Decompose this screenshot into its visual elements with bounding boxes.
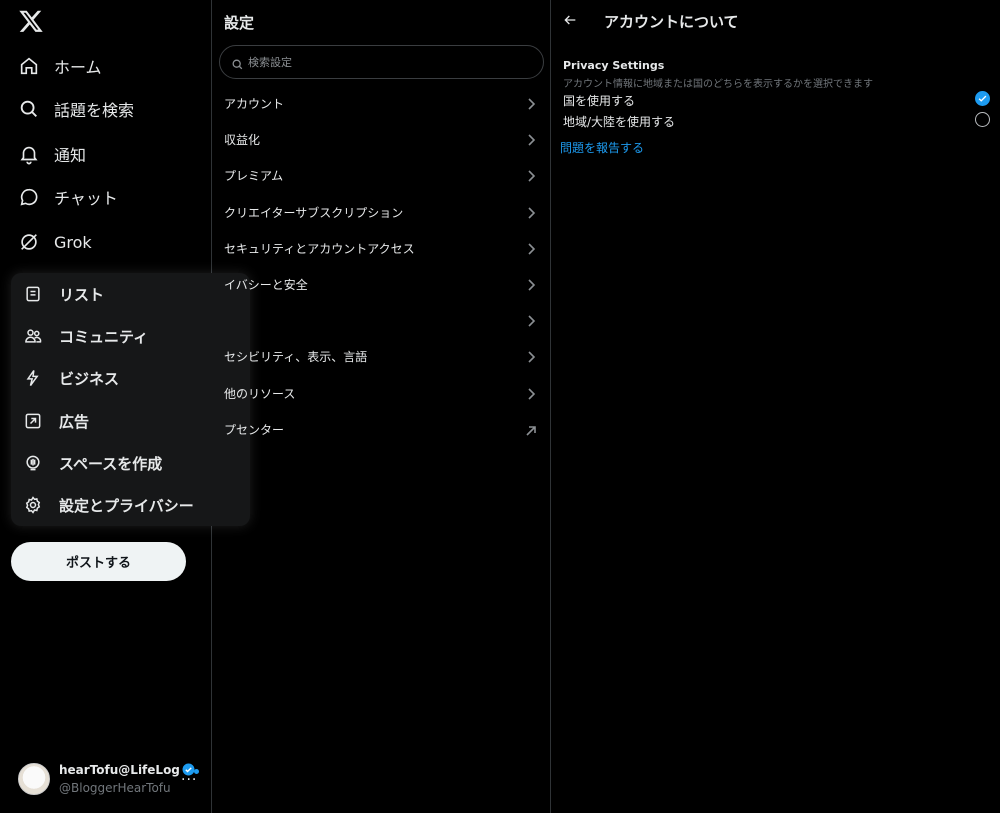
settings-row[interactable]: セキュリティとアカウントアクセス — [213, 230, 550, 266]
chevron-right-icon — [525, 349, 537, 363]
chevron-right-icon — [525, 277, 537, 291]
nav-item-chat[interactable]: チャット — [18, 183, 118, 211]
settings-row-label: イバシーと安全 — [224, 278, 308, 292]
chevron-right-icon — [525, 132, 537, 146]
settings-row[interactable] — [213, 302, 550, 338]
x-logo-icon[interactable] — [18, 8, 44, 34]
report-problem-link[interactable]: 問題を報告する — [560, 139, 644, 156]
back-arrow-icon[interactable] — [562, 12, 578, 28]
lightning-icon — [23, 368, 43, 388]
option-label: 地域/大陸を使用する — [563, 115, 676, 129]
nav-item-home[interactable]: ホーム — [18, 52, 102, 80]
external-link-icon — [525, 422, 537, 436]
menu-label: 設定とプライバシー — [59, 496, 194, 515]
settings-row[interactable]: 他のリソース — [213, 375, 550, 411]
notification-dot — [194, 769, 199, 774]
menu-item-create-space[interactable]: スペースを作成 — [23, 449, 162, 477]
post-button[interactable]: ポストする — [11, 542, 186, 581]
settings-row-label: 他のリソース — [224, 386, 296, 401]
detail-title: アカウントについて — [604, 13, 739, 31]
nav-label: ホーム — [54, 58, 102, 77]
settings-row[interactable]: プセンター — [213, 411, 550, 447]
chevron-right-icon — [525, 205, 537, 219]
microphone-icon — [23, 453, 43, 473]
option-use-country[interactable]: 国を使用する — [551, 90, 1000, 110]
menu-label: コミュニティ — [59, 327, 149, 346]
settings-row[interactable]: 収益化 — [213, 121, 550, 157]
grok-icon — [18, 231, 40, 253]
settings-column: 設定 アカウント収益化プレミアムクリエイターサブスクリプションセキュリティとアカ… — [213, 0, 551, 813]
gear-icon — [23, 495, 43, 515]
search-icon — [231, 56, 244, 70]
list-icon — [23, 284, 43, 304]
account-name-row: hearTofu@LifeLog — [59, 763, 195, 777]
chevron-right-icon — [525, 313, 537, 327]
menu-label: 広告 — [59, 412, 90, 431]
account-more-icon[interactable]: ··· — [181, 772, 197, 788]
left-navigation: ホーム 話題を検索 通知 チャット Grok リスト コミュニティ ビジネス 広… — [0, 0, 250, 813]
account-handle: @BloggerHearTofu — [59, 781, 171, 795]
settings-row-label: 収益化 — [224, 133, 261, 148]
settings-row-label: セシビリティ、表示、言語 — [224, 350, 368, 365]
chevron-right-icon — [525, 168, 537, 182]
radio-unselected-icon[interactable] — [975, 112, 990, 127]
home-icon — [18, 55, 40, 77]
account-switcher[interactable]: hearTofu@LifeLog @BloggerHearTofu ··· — [18, 760, 206, 798]
bell-icon — [18, 143, 40, 165]
settings-row[interactable]: セシビリティ、表示、言語 — [213, 338, 550, 374]
app-window: ホーム 話題を検索 通知 チャット Grok リスト コミュニティ ビジネス 広… — [0, 0, 1000, 813]
nav-item-grok[interactable]: Grok — [18, 228, 92, 256]
settings-row-label: セキュリティとアカウントアクセス — [224, 241, 415, 256]
menu-item-communities[interactable]: コミュニティ — [23, 322, 148, 350]
settings-search-input[interactable] — [248, 52, 528, 72]
option-use-region[interactable]: 地域/大陸を使用する — [551, 111, 1000, 131]
settings-row[interactable]: プレミアム — [213, 157, 550, 193]
nav-label: チャット — [54, 189, 118, 208]
chat-bubble-icon — [18, 186, 40, 208]
menu-item-settings-privacy[interactable]: 設定とプライバシー — [23, 491, 194, 519]
nav-item-notifications[interactable]: 通知 — [18, 140, 86, 168]
menu-item-lists[interactable]: リスト — [23, 280, 104, 308]
community-icon — [23, 326, 43, 346]
search-icon — [18, 98, 40, 120]
settings-row-label: アカウント — [224, 97, 285, 111]
nav-label: 通知 — [54, 146, 87, 165]
option-label: 国を使用する — [563, 94, 636, 108]
settings-title: 設定 — [224, 14, 255, 32]
settings-row-label: クリエイターサブスクリプション — [224, 205, 404, 220]
detail-column: アカウントについて Privacy Settings アカウント情報に地域または… — [551, 0, 1000, 813]
settings-row-label: プセンター — [224, 422, 285, 437]
menu-label: スペースを作成 — [59, 454, 163, 473]
settings-row[interactable]: クリエイターサブスクリプション — [213, 194, 550, 230]
menu-label: ビジネス — [59, 369, 120, 388]
chevron-right-icon — [525, 386, 537, 400]
account-name: hearTofu@LifeLog — [59, 763, 180, 777]
nav-label: 話題を検索 — [54, 101, 135, 120]
avatar — [18, 763, 50, 795]
nav-label: Grok — [54, 232, 92, 252]
privacy-settings-description: アカウント情報に地域または国のどちらを表示するかを選択できます — [563, 79, 873, 90]
settings-row-label: プレミアム — [224, 169, 284, 184]
radio-selected-icon[interactable] — [975, 91, 990, 106]
external-arrow-icon — [23, 411, 43, 431]
menu-label: リスト — [59, 285, 105, 304]
settings-row[interactable]: アカウント — [213, 85, 550, 121]
settings-search[interactable] — [219, 45, 544, 79]
menu-item-business[interactable]: ビジネス — [23, 364, 119, 392]
chevron-right-icon — [525, 96, 537, 110]
privacy-settings-heading: Privacy Settings — [563, 59, 665, 72]
settings-row[interactable]: イバシーと安全 — [213, 266, 550, 302]
nav-item-explore[interactable]: 話題を検索 — [18, 95, 134, 123]
chevron-right-icon — [525, 241, 537, 255]
menu-item-ads[interactable]: 広告 — [23, 407, 89, 435]
